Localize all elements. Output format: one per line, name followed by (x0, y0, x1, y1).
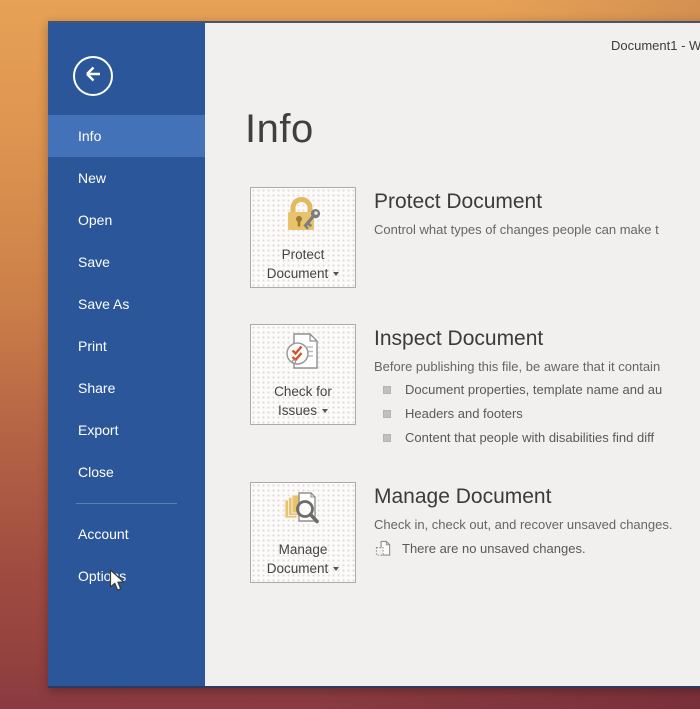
check-for-issues-button[interactable]: Check for Issues (250, 324, 356, 425)
sidebar-divider (48, 493, 205, 513)
back-button[interactable] (73, 56, 113, 96)
page-title: Info (245, 107, 314, 152)
unsaved-changes-status: There are no unsaved changes. (374, 540, 672, 561)
dropdown-caret-icon (333, 272, 339, 276)
manage-document-button[interactable]: Manage Document (250, 482, 356, 583)
sidebar-item-open[interactable]: Open (48, 199, 205, 241)
document-checkmarks-icon (280, 330, 326, 379)
sidebar-item-account[interactable]: Account (48, 513, 205, 555)
dropdown-caret-icon (322, 409, 328, 413)
protect-document-button[interactable]: Protect Document (250, 187, 356, 288)
back-arrow-icon (81, 62, 105, 91)
inspect-findings-list: Document properties, template name and a… (374, 382, 662, 446)
square-bullet-icon (383, 434, 391, 442)
backstage-sidebar: Info New Open Save Save As Print Share E… (48, 23, 205, 686)
document-stack-magnifier-icon (280, 488, 326, 537)
manage-description: Check in, check out, and recover unsaved… (374, 516, 672, 533)
window-title: Document1 - W (611, 38, 700, 53)
manage-document-section: Manage Document Manage Document Check in… (250, 482, 700, 583)
inspect-description: Before publishing this file, be aware th… (374, 358, 662, 375)
desktop-wallpaper: Info New Open Save Save As Print Share E… (0, 0, 700, 709)
inspect-heading: Inspect Document (374, 326, 662, 352)
sidebar-item-export[interactable]: Export (48, 409, 205, 451)
sidebar-item-save[interactable]: Save (48, 241, 205, 283)
sidebar-item-options[interactable]: Options (48, 555, 205, 597)
list-item: Content that people with disabilities fi… (374, 430, 662, 446)
list-item: Document properties, template name and a… (374, 382, 662, 398)
inspect-document-section: Check for Issues Inspect Document Before… (250, 324, 700, 454)
backstage-nav: Info New Open Save Save As Print Share E… (48, 115, 205, 597)
list-item: Headers and footers (374, 406, 662, 422)
manage-heading: Manage Document (374, 484, 672, 510)
protect-button-label: Protect Document (267, 245, 340, 283)
protect-description: Control what types of changes people can… (374, 221, 659, 238)
sidebar-item-close[interactable]: Close (48, 451, 205, 493)
square-bullet-icon (383, 386, 391, 394)
manage-document-label: Manage Document (267, 540, 340, 578)
unsaved-versions-icon (375, 540, 392, 561)
word-backstage-window: Info New Open Save Save As Print Share E… (48, 21, 700, 688)
backstage-content: Document1 - W Info (205, 23, 700, 686)
padlock-key-icon (280, 193, 326, 242)
sidebar-item-info[interactable]: Info (48, 115, 205, 157)
sidebar-item-save-as[interactable]: Save As (48, 283, 205, 325)
sidebar-item-new[interactable]: New (48, 157, 205, 199)
sidebar-item-print[interactable]: Print (48, 325, 205, 367)
square-bullet-icon (383, 410, 391, 418)
dropdown-caret-icon (333, 567, 339, 571)
sidebar-item-share[interactable]: Share (48, 367, 205, 409)
check-for-issues-label: Check for Issues (274, 382, 332, 420)
protect-document-section: Protect Document Protect Document Contro… (250, 187, 700, 288)
protect-heading: Protect Document (374, 189, 659, 215)
